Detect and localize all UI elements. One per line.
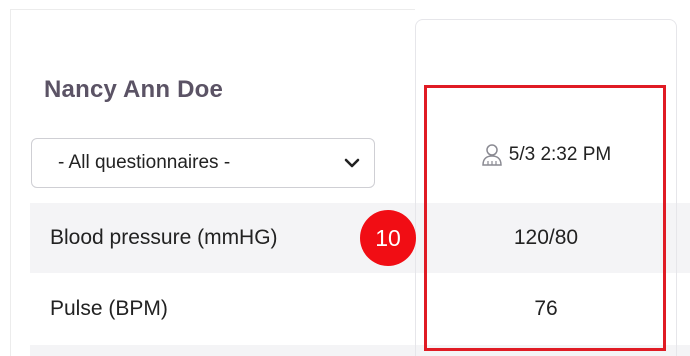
- screenshot-page: Nancy Ann Doe - All questionnaires - Blo…: [0, 0, 690, 356]
- highlight-box: [424, 85, 666, 351]
- step-badge: 10: [360, 210, 416, 266]
- questionnaire-select[interactable]: - All questionnaires -: [31, 138, 375, 188]
- panel-top-border: [10, 9, 415, 10]
- chevron-down-icon: [344, 158, 360, 168]
- patient-name: Nancy Ann Doe: [44, 76, 224, 103]
- row-label-pulse: Pulse (BPM): [50, 297, 168, 320]
- questionnaire-select-value: - All questionnaires -: [58, 152, 231, 173]
- row-label-blood-pressure: Blood pressure (mmHG): [50, 226, 278, 249]
- panel-left-border: [10, 9, 11, 356]
